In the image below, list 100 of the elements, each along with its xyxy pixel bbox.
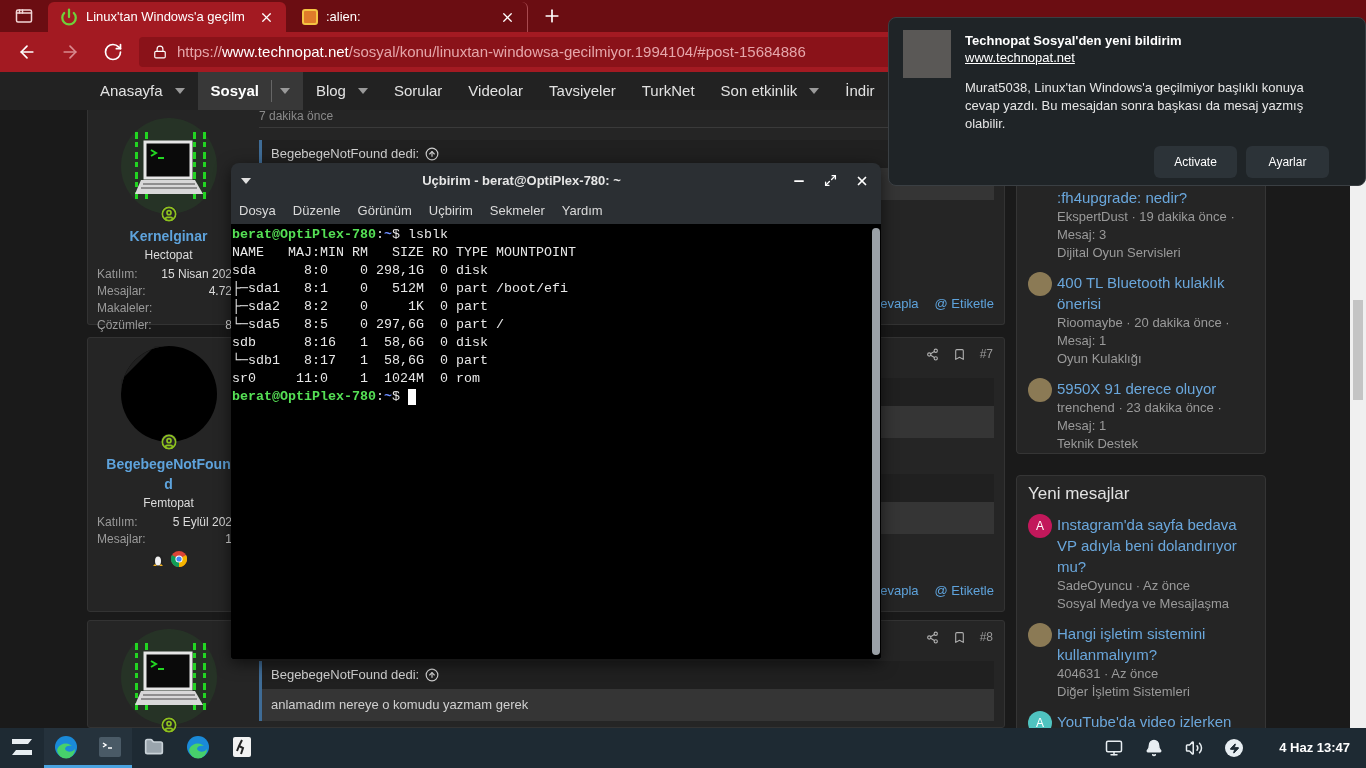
notification-button[interactable]: Activate <box>1154 146 1237 178</box>
terminal-scrollbar[interactable] <box>872 228 880 655</box>
stat-label: Çözümler: <box>97 317 152 334</box>
chrome-icon <box>170 551 187 567</box>
power-icon <box>60 8 78 26</box>
window-title: Uçbirim - berat@OptiPlex-780: ~ <box>421 171 622 190</box>
notification-button[interactable]: Ayarlar <box>1246 146 1329 178</box>
tab-title: :alien: <box>326 8 362 27</box>
thread-title-link[interactable]: 400 TL Bluetooth kulaklık önerisi <box>1057 272 1254 314</box>
jump-up-icon[interactable] <box>425 147 440 161</box>
nav-tab[interactable]: İndir <box>832 72 888 110</box>
thread-forum: Diğer İşletim Sistemleri <box>1057 683 1191 701</box>
nav-tab[interactable]: Sosyal <box>197 72 303 110</box>
stat-value: 4.72 <box>208 283 232 300</box>
power-status-icon[interactable] <box>1225 739 1244 757</box>
terminal-prompt-line: berat@OptiPlex-780:~$ <box>232 388 872 406</box>
stat-label: Katılım: <box>97 266 138 283</box>
tab-actions-icon[interactable] <box>15 7 33 25</box>
terminal-output-line: ├─sda2 8:2 0 1K 0 part <box>232 298 489 316</box>
stat-label: Mesajlar: <box>97 283 146 300</box>
terminal-output-line: sr0 11:0 1 1024M 0 rom <box>232 370 481 388</box>
caret-icon <box>241 177 251 184</box>
volume-icon[interactable] <box>1185 739 1204 757</box>
bookmark-icon[interactable] <box>952 630 966 644</box>
menu-item[interactable]: Yardım <box>561 201 603 221</box>
thread-forum: Oyun Kulaklığı <box>1057 350 1143 368</box>
post-action-link[interactable]: @ Etiketle <box>934 580 994 600</box>
post-number[interactable]: #8 <box>979 628 993 646</box>
jump-up-icon[interactable] <box>425 668 440 682</box>
notification-link[interactable]: www.technopat.net <box>965 49 1075 67</box>
user-rank: Femtopat <box>143 495 194 512</box>
nav-tab[interactable]: Blog <box>302 72 381 110</box>
nav-tab[interactable]: TurkNet <box>628 72 708 110</box>
user-rank: Hectopat <box>144 247 193 264</box>
terminal-output-line: └─sdb1 8:17 1 58,6G 0 part <box>232 352 489 370</box>
stat-value: 1 <box>225 531 232 548</box>
lock-icon <box>153 45 167 59</box>
menu-item[interactable]: Düzenle <box>292 201 341 221</box>
thread-title-link[interactable]: 5950X 91 derece oluyor <box>1057 378 1222 399</box>
nav-label: Sorular <box>393 80 443 101</box>
thread-title-link[interactable]: YouTube'da video izlerken <box>1057 711 1232 732</box>
terminal-output-line: NAME MAJ:MIN RM SIZE RO TYPE MOUNTPOINT <box>232 244 577 262</box>
terminal-output-line: ├─sda1 8:1 0 512M 0 part /boot/efi <box>232 280 569 298</box>
nav-tab[interactable]: Son etkinlik <box>707 72 833 110</box>
clock-text[interactable]: 4 Haz 13:47 <box>1279 738 1350 758</box>
notification-bell-icon[interactable] <box>1145 739 1164 757</box>
browser-tab[interactable]: Linux'tan Windows'a geçilm <box>48 2 286 32</box>
terminal-output-line: └─sda5 8:5 0 297,6G 0 part / <box>232 316 505 334</box>
thread-forum: Dijital Oyun Servisleri <box>1057 244 1182 262</box>
quote-author: BegebegeNotFound dedi: <box>271 666 420 685</box>
nav-tab[interactable]: Anasayfa <box>87 72 198 110</box>
nav-label: Sosyal <box>210 80 259 101</box>
terminal-output-line: sdb 8:16 1 58,6G 0 disk <box>232 334 489 352</box>
browser-icon <box>186 734 210 759</box>
thread-meta: 404631 · Az önce <box>1057 665 1160 683</box>
menu-item[interactable]: Dosya <box>239 201 276 221</box>
avatar-photo-placeholder <box>1028 623 1052 647</box>
favicon-icon <box>302 9 318 25</box>
menu-item[interactable]: Uçbirim <box>428 201 473 221</box>
thread-reply-count: Mesaj: 1 <box>1057 332 1108 350</box>
username-link[interactable]: BegebegeNotFound <box>104 454 233 494</box>
thread-meta: Rioomaybe · 20 dakika önce · <box>1057 314 1231 332</box>
thread-title-link[interactable]: :fh4upgrade: nedir? <box>1057 187 1235 208</box>
nav-label: TurkNet <box>641 80 695 101</box>
post-number[interactable]: #7 <box>979 345 993 363</box>
maximize-icon[interactable] <box>824 174 837 187</box>
nav-tab[interactable]: Sorular <box>380 72 456 110</box>
thread-meta: SadeOyuncu · Az önce <box>1057 577 1191 595</box>
terminal-output-line: sda 8:0 0 298,1G 0 disk <box>232 262 489 280</box>
thread-forum: Teknik Destek <box>1057 435 1139 453</box>
sidebar-heading: Yeni mesajlar <box>1028 483 1131 505</box>
thread-title-link[interactable]: Hangi işletim sistemini kullanmalıyım? <box>1057 623 1254 665</box>
tab-title: Linux'tan Windows'a geçilm <box>86 8 246 27</box>
quote-author: BegebegeNotFound dedi: <box>271 145 420 164</box>
thread-forum: Sosyal Medya ve Mesajlaşma <box>1057 595 1230 613</box>
stat-value: 5 Eylül 202 <box>172 514 232 531</box>
post-action-link[interactable]: evapla <box>880 293 919 313</box>
browser-icon <box>54 734 78 759</box>
notification-message: Murat5038, Linux'tan Windows'a geçilmiyor başlıklı konuya cevap yazdı. Bu mesajdan sonra başkası da mesaj yazmış olabilir. <box>965 79 1305 133</box>
post-action-link[interactable]: evapla <box>880 580 919 600</box>
nav-tab[interactable]: Videolar <box>455 72 537 110</box>
menu-item[interactable]: Görünüm <box>357 201 412 221</box>
thread-title-link[interactable]: Instagram'da sayfa bedava VP adıyla beni dolandırıyor mu? <box>1057 514 1254 577</box>
terminal-prompt-line: berat@OptiPlex-780:~$ lsblk <box>232 226 449 244</box>
username-link[interactable]: Kernelginar <box>104 226 233 246</box>
taskbar-app-button[interactable] <box>44 728 88 768</box>
share-icon[interactable] <box>925 630 939 644</box>
display-icon[interactable] <box>1105 739 1124 757</box>
bookmark-icon[interactable] <box>952 347 966 361</box>
post-action-link[interactable]: @ Etiketle <box>934 293 994 313</box>
nav-label: İndir <box>845 80 875 101</box>
letter-avatar: A <box>1028 514 1052 538</box>
thread-meta: trenchend · 23 dakika önce · <box>1057 399 1222 417</box>
avatar-photo-placeholder <box>1028 378 1052 402</box>
share-icon[interactable] <box>925 347 939 361</box>
nav-tab[interactable]: Tavsiyeler <box>536 72 629 110</box>
stat-label: Mesajlar: <box>97 531 146 548</box>
url-text: https://www.technopat.net/sosyal/konu/linuxtan-windowsa-gecilmiyor.1994104/#post-15684886 <box>177 41 806 62</box>
scrollbar-thumb[interactable] <box>1353 300 1363 400</box>
menu-item[interactable]: Sekmeler <box>489 201 545 221</box>
